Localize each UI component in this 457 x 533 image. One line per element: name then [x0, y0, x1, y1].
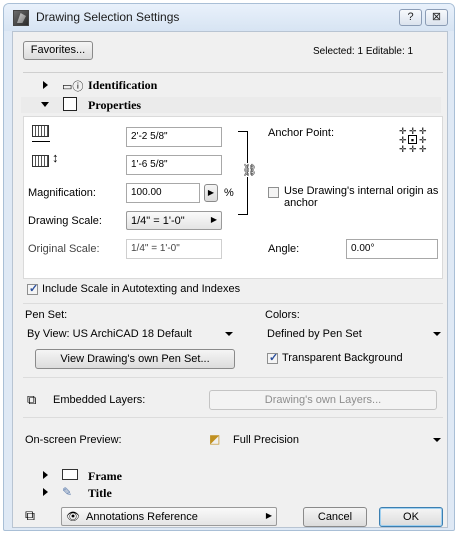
- preview-mode-icon: ◩: [209, 432, 221, 446]
- dialog-window: Drawing Selection Settings ? ⊠ Favorites…: [3, 3, 455, 531]
- drawing-scale-button[interactable]: 1/4" = 1'-0" ▶: [126, 211, 222, 230]
- expand-arrow-icon[interactable]: [43, 81, 48, 89]
- close-button[interactable]: ⊠: [425, 9, 448, 26]
- favorites-button[interactable]: Favorites...: [23, 41, 93, 60]
- height-field[interactable]: 1'-6 5/8": [126, 155, 222, 175]
- pen-set-label: Pen Set:: [25, 309, 68, 321]
- section-title[interactable]: ✎ Title: [21, 485, 441, 501]
- frame-icon: [62, 469, 78, 480]
- eye-icon: 👁: [66, 511, 80, 523]
- divider-3: [23, 417, 443, 418]
- identification-icon: ▭ⓘ: [62, 81, 84, 93]
- preview-value: Full Precision: [233, 434, 300, 446]
- embedded-layers-label: Embedded Layers:: [53, 394, 146, 406]
- properties-panel: 2'-2 5/8" ↕ 1'-6 5/8" Magnification: 100…: [23, 116, 443, 279]
- properties-icon: [63, 97, 77, 111]
- chevron-down-icon: [433, 438, 441, 442]
- chain-link-icon[interactable]: ⛓: [242, 163, 258, 177]
- anchor-center-selected[interactable]: ▪: [408, 135, 417, 145]
- anchor-point-label: Anchor Point:: [268, 127, 335, 139]
- original-scale-value: 1/4" = 1'-0": [126, 239, 222, 259]
- chevron-down-icon: [433, 332, 441, 336]
- drawing-scale-label: Drawing Scale:: [28, 215, 102, 227]
- section-identification[interactable]: ▭ⓘ Identification: [21, 78, 441, 94]
- use-origin-label: Use Drawing's internal origin as anchor: [284, 185, 439, 209]
- dialog-client: Favorites... Selected: 1 Editable: 1 ▭ⓘ …: [12, 31, 448, 528]
- annotations-reference-label: Annotations Reference: [86, 511, 198, 523]
- pen-set-value: By View: US ArchiCAD 18 Default: [27, 328, 192, 340]
- angle-field[interactable]: 0.00°: [346, 239, 438, 259]
- preview-select[interactable]: ◩ Full Precision: [205, 430, 447, 450]
- percent-label: %: [224, 187, 234, 199]
- title-icon: ✎: [62, 485, 73, 499]
- divider-2: [23, 377, 443, 378]
- chevron-down-icon: [225, 332, 233, 336]
- ok-button[interactable]: OK: [379, 507, 443, 527]
- expand-arrow-icon[interactable]: [43, 471, 48, 479]
- section-frame[interactable]: Frame: [21, 468, 441, 484]
- preview-label: On-screen Preview:: [25, 434, 122, 446]
- magnification-arrow-button[interactable]: ▶: [204, 184, 218, 202]
- magnification-label: Magnification:: [28, 187, 96, 199]
- colors-value: Defined by Pen Set: [267, 328, 362, 340]
- include-scale-checkbox[interactable]: [27, 282, 38, 295]
- original-scale-label: Original Scale:: [28, 243, 100, 255]
- height-icon: [32, 155, 49, 167]
- width-icon: [32, 125, 49, 137]
- width-arrow-icon: [32, 141, 50, 142]
- selected-status: Selected: 1 Editable: 1: [313, 46, 414, 57]
- layers-icon: ⧉: [27, 392, 37, 407]
- width-field[interactable]: 2'-2 5/8": [126, 127, 222, 147]
- identification-label: Identification: [88, 78, 158, 92]
- archicad-app-icon: [13, 10, 29, 26]
- top-divider: [23, 72, 443, 73]
- drawing-scale-value: 1/4" = 1'-0": [131, 215, 185, 227]
- colors-select[interactable]: Defined by Pen Set: [263, 324, 447, 344]
- drawing-own-layers-button[interactable]: Drawing's own Layers...: [209, 390, 437, 410]
- angle-label: Angle:: [268, 243, 300, 255]
- section-properties[interactable]: Properties: [21, 97, 441, 113]
- annotations-reference-button[interactable]: 👁 Annotations Reference ▶: [61, 507, 277, 526]
- annotations-arrow-icon: ▶: [265, 511, 272, 520]
- use-origin-checkbox[interactable]: [268, 187, 279, 198]
- pen-set-select[interactable]: By View: US ArchiCAD 18 Default: [23, 324, 239, 344]
- expand-arrow-icon[interactable]: [43, 488, 48, 496]
- magnification-field[interactable]: 100.00: [126, 183, 200, 203]
- height-arrow-icon: ↕: [52, 150, 59, 165]
- anchor-bottom-center[interactable]: ✛: [409, 145, 417, 154]
- collapse-arrow-icon[interactable]: [41, 102, 49, 107]
- transparent-background-checkbox[interactable]: [267, 351, 278, 364]
- layers-stack-icon: ⧉: [25, 507, 35, 523]
- anchor-point-grid[interactable]: ✛ ✛ ✛ ✛ ▪ ✛ ✛ ✛ ✛: [397, 125, 431, 155]
- help-button[interactable]: ?: [399, 9, 422, 26]
- title-label: Title: [88, 486, 112, 500]
- frame-label: Frame: [88, 469, 122, 483]
- drawing-scale-arrow-icon: ▶: [210, 215, 217, 224]
- title-bar[interactable]: Drawing Selection Settings ? ⊠: [4, 4, 454, 31]
- cancel-button[interactable]: Cancel: [303, 507, 367, 527]
- divider-1: [23, 303, 443, 304]
- anchor-bottom-right[interactable]: ✛: [419, 145, 427, 154]
- transparent-background-label: Transparent Background: [282, 352, 403, 364]
- anchor-bottom-left[interactable]: ✛: [399, 145, 407, 154]
- dialog-title: Drawing Selection Settings: [36, 10, 180, 24]
- colors-label: Colors:: [265, 309, 300, 321]
- properties-label: Properties: [88, 98, 142, 112]
- include-scale-label: Include Scale in Autotexting and Indexes: [42, 283, 241, 295]
- view-pen-set-button[interactable]: View Drawing's own Pen Set...: [35, 349, 235, 369]
